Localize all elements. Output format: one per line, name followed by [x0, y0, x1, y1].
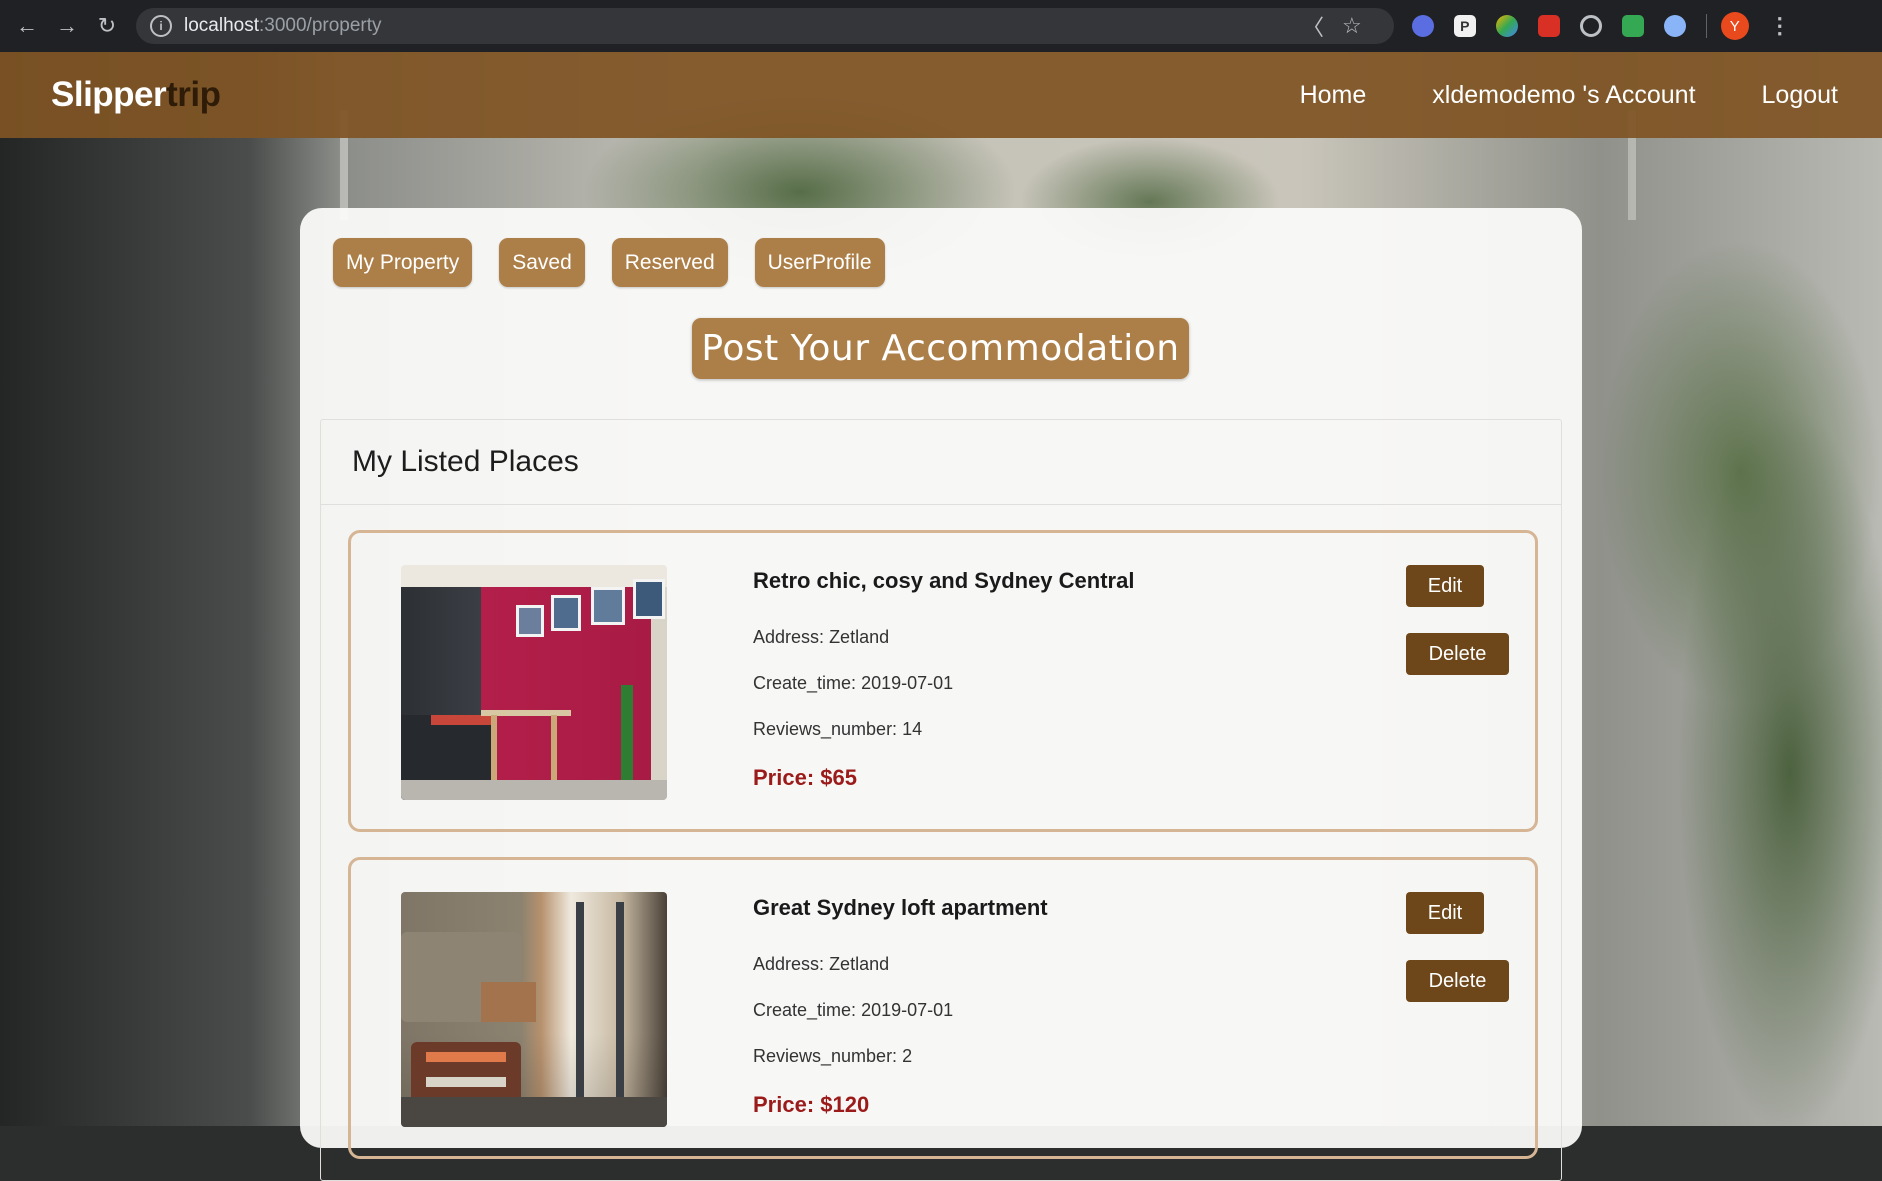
post-accommodation-button[interactable]: Post Your Accommodation: [692, 318, 1189, 379]
url-path: :3000/property: [259, 15, 382, 36]
nav-logout-link[interactable]: Logout: [1762, 81, 1838, 110]
place-address: Address: Zetland: [753, 954, 889, 975]
extension-target-icon[interactable]: [1579, 15, 1602, 37]
extension-globe-icon[interactable]: [1663, 15, 1686, 37]
delete-button[interactable]: Delete: [1406, 633, 1509, 675]
bookmark-star-icon[interactable]: ☆: [1342, 13, 1362, 39]
place-create-time: Create_time: 2019-07-01: [753, 1000, 953, 1021]
address-bar[interactable]: i localhost:3000/property: [136, 8, 1394, 44]
forward-arrow-icon[interactable]: →: [54, 13, 80, 39]
place-address: Address: Zetland: [753, 627, 889, 648]
back-arrow-icon[interactable]: ←: [14, 13, 40, 39]
translate-icon[interactable]: 〈: [1302, 10, 1324, 42]
place-title: Retro chic, cosy and Sydney Central: [753, 568, 1135, 593]
address-label: Address:: [753, 954, 825, 974]
tab-saved[interactable]: Saved: [499, 238, 585, 287]
extension-p-label: P: [1460, 18, 1470, 34]
tab-reserved[interactable]: Reserved: [611, 238, 728, 287]
place-reviews: Reviews_number: 2: [753, 1046, 912, 1067]
tab-user-profile[interactable]: UserProfile: [754, 238, 885, 287]
create-time-label: Create_time:: [753, 1000, 857, 1020]
place-card: Great Sydney loft apartment Address: Zet…: [348, 857, 1538, 1159]
site-info-icon[interactable]: i: [150, 15, 172, 37]
listed-places-panel: My Listed Places Retro chic, cosy and Sy…: [320, 419, 1562, 1181]
place-photo[interactable]: [401, 892, 667, 1127]
profile-tabs: My Property Saved Reserved UserProfile: [333, 238, 912, 287]
address-label: Address:: [753, 627, 825, 647]
extension-multicolor-icon[interactable]: [1495, 15, 1518, 37]
browser-menu-icon[interactable]: ⋮: [1769, 13, 1791, 39]
address-value: Zetland: [829, 954, 890, 974]
reload-icon[interactable]: ↻: [94, 13, 120, 39]
extension-red-icon[interactable]: [1537, 15, 1560, 37]
extension-p-icon[interactable]: P: [1453, 15, 1476, 37]
toolbar-divider: [1705, 14, 1707, 38]
create-time-label: Create_time:: [753, 673, 857, 693]
place-title: Great Sydney loft apartment: [753, 895, 1048, 920]
place-photo[interactable]: [401, 565, 667, 800]
place-card: Retro chic, cosy and Sydney Central Addr…: [348, 530, 1538, 832]
place-reviews: Reviews_number: 14: [753, 719, 922, 740]
url-host: localhost: [184, 15, 259, 36]
reviews-label: Reviews_number:: [753, 1046, 898, 1066]
nav-account-link[interactable]: xldemodemo 's Account: [1432, 81, 1695, 110]
reviews-label: Reviews_number:: [753, 719, 898, 739]
site-navbar: Slippertrip Home xldemodemo 's Account L…: [0, 52, 1882, 138]
property-card: My Property Saved Reserved UserProfile P…: [300, 208, 1582, 1181]
site-logo[interactable]: Slippertrip: [51, 75, 221, 115]
tab-my-property[interactable]: My Property: [333, 238, 473, 287]
place-price: Price: $120: [753, 1092, 870, 1117]
browser-toolbar: ← → ↻ i localhost:3000/property 〈 ☆ P Y …: [0, 0, 1882, 52]
edit-button[interactable]: Edit: [1406, 565, 1484, 607]
nav-home-link[interactable]: Home: [1300, 81, 1367, 110]
listed-places-heading: My Listed Places: [321, 420, 1561, 505]
profile-avatar[interactable]: Y: [1720, 12, 1749, 40]
create-time-value: 2019-07-01: [861, 673, 954, 693]
delete-button[interactable]: Delete: [1406, 960, 1509, 1002]
place-price: Price: $65: [753, 765, 857, 790]
logo-part-1: Slipper: [51, 75, 167, 114]
reviews-value: 2: [902, 1046, 913, 1066]
logo-part-2: trip: [166, 75, 221, 114]
place-create-time: Create_time: 2019-07-01: [753, 673, 953, 694]
create-time-value: 2019-07-01: [861, 1000, 954, 1020]
extension-blue-icon[interactable]: [1411, 15, 1434, 37]
reviews-value: 14: [902, 719, 923, 739]
avatar-letter: Y: [1729, 17, 1740, 35]
edit-button[interactable]: Edit: [1406, 892, 1484, 934]
address-value: Zetland: [829, 627, 890, 647]
extension-cors-icon[interactable]: [1621, 15, 1644, 37]
